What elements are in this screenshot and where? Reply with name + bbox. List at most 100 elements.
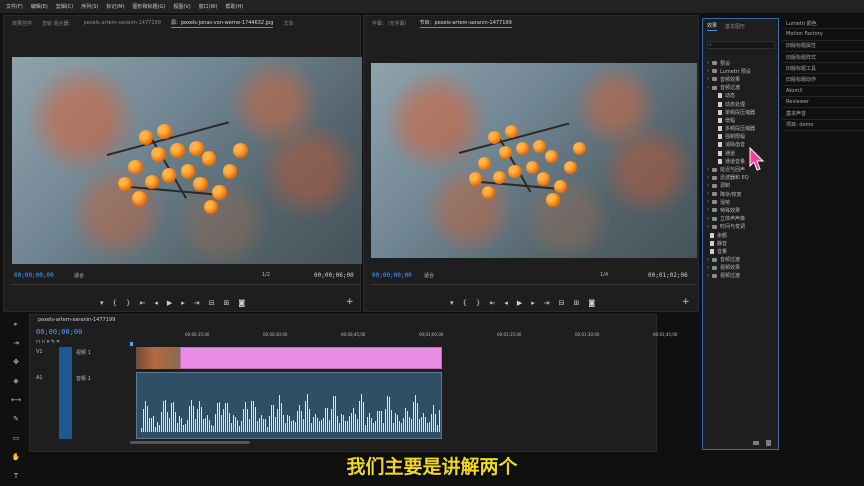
effects-tree-item[interactable]: › 视频效果	[707, 264, 779, 272]
effects-tree-item[interactable]: › 音频效果	[707, 75, 779, 83]
go-to-in-icon[interactable]: ⇤	[489, 299, 495, 307]
effects-tree-item[interactable]: › 立体声声像	[707, 215, 779, 223]
mark-out-icon[interactable]: }	[476, 299, 480, 307]
video-clip-thumbnail[interactable]	[136, 347, 180, 369]
source-fit-select[interactable]: 适合	[74, 272, 84, 279]
expand-chevron-icon[interactable]: ›	[707, 183, 709, 189]
effects-tree-item[interactable]: › 调制	[707, 182, 779, 190]
expand-chevron-icon[interactable]: ›	[707, 224, 709, 230]
program-ratio-select[interactable]: 1/4	[600, 272, 608, 278]
expand-chevron-icon[interactable]: ›	[707, 199, 709, 205]
effects-tree-item[interactable]: 通道音量	[707, 157, 779, 165]
extract-icon[interactable]: ⊞	[574, 299, 580, 307]
expand-chevron-icon[interactable]: ›	[707, 175, 709, 181]
timeline-timecode[interactable]: 00;00;00;00	[36, 328, 82, 336]
selection-tool-icon[interactable]: ▸	[14, 320, 18, 328]
menu-item[interactable]: 剪辑(C)	[56, 3, 73, 10]
add-button-icon[interactable]: +	[346, 297, 354, 307]
effects-tree-item[interactable]: › 滤波器和 EQ	[707, 174, 779, 182]
effects-tree-item[interactable]: › 预设	[707, 59, 779, 67]
track-target-strip[interactable]	[59, 347, 72, 439]
playhead-marker[interactable]	[130, 342, 133, 346]
panel-menu-item[interactable]: Motion Factory	[782, 29, 864, 41]
timeline-ruler[interactable]: 00;00;15;00 00;00;30;00 00;00;45;00 00;01;0…	[130, 332, 677, 342]
source-ratio-select[interactable]: 1/2	[262, 272, 270, 278]
panel-menu-item[interactable]: 基本声音	[782, 108, 864, 120]
marker-icon[interactable]: ▾	[100, 299, 104, 307]
export-frame-icon[interactable]: ◙	[588, 299, 595, 307]
video-clip[interactable]	[180, 347, 442, 369]
panel-menu-item[interactable]: 旧版标题属性	[782, 41, 864, 52]
export-frame-icon[interactable]: ◙	[238, 299, 245, 307]
effects-search-input[interactable]: ⌕	[707, 41, 775, 49]
program-scrub-bar[interactable]	[371, 284, 697, 290]
step-back-icon[interactable]: ◂	[504, 299, 508, 307]
lift-icon[interactable]: ⊟	[559, 299, 565, 307]
source-scrub-bar[interactable]	[12, 284, 360, 290]
menu-item[interactable]: 文件(F)	[6, 3, 23, 10]
insert-icon[interactable]: ⊟	[209, 299, 215, 307]
panel-tab[interactable]: 节目：pexels-artem-saranin-1477199	[419, 19, 512, 28]
mark-in-icon[interactable]: {	[463, 299, 467, 307]
step-back-icon[interactable]: ◂	[154, 299, 158, 307]
expand-chevron-icon[interactable]: ›	[707, 76, 709, 82]
track-select-icon[interactable]: ⇥	[13, 339, 19, 347]
panel-menu-item[interactable]: 项目: demo	[782, 120, 864, 131]
snap-icon[interactable]: ⊓ ∩ ▾ ✎ ⌗	[36, 339, 59, 345]
panel-tab[interactable]: 文本	[283, 20, 293, 27]
pen-tool-icon[interactable]: ✎	[13, 415, 19, 423]
program-timecode[interactable]: 00;00;00;00	[372, 272, 412, 279]
panel-menu-item[interactable]: Reviewer	[782, 97, 864, 109]
effects-tree-item[interactable]: 增幅	[707, 116, 779, 124]
panel-tab[interactable]: 源：pexels-jonas-von-werne-1744632.jpg	[170, 19, 274, 28]
effects-tree-item[interactable]: 音量	[707, 247, 779, 255]
expand-chevron-icon[interactable]: ›	[707, 257, 709, 263]
source-timecode[interactable]: 00;00;00;00	[14, 272, 54, 279]
panel-tab[interactable]: 效果	[707, 22, 718, 31]
go-to-out-icon[interactable]: ⇥	[194, 299, 200, 307]
source-viewer[interactable]	[12, 57, 362, 264]
effects-tree-item[interactable]: 余额	[707, 231, 779, 239]
menu-item[interactable]: 图形和标题(G)	[133, 3, 166, 10]
effects-tree-item[interactable]: › 延迟与回声	[707, 165, 779, 174]
mark-out-icon[interactable]: }	[126, 299, 130, 307]
effects-tree-item[interactable]: 动态处理	[707, 100, 779, 108]
step-forward-icon[interactable]: ▸	[531, 299, 535, 307]
panel-menu-item[interactable]: AtomX	[782, 86, 864, 98]
expand-chevron-icon[interactable]: ›	[707, 273, 709, 279]
program-fit-select[interactable]: 适合	[424, 272, 434, 279]
effects-tree-item[interactable]: 强制限幅	[707, 133, 779, 141]
effects-tree-item[interactable]: › 降杂/恢复	[707, 190, 779, 198]
panel-menu-item[interactable]: 旧版标题样式	[782, 52, 864, 64]
panel-tab[interactable]: 效果控件	[12, 20, 32, 27]
effects-tree-item[interactable]: › 时间与变调	[707, 223, 779, 231]
rectangle-tool-icon[interactable]: ▭	[13, 434, 20, 442]
play-icon[interactable]: ▶	[167, 299, 172, 307]
effects-tree-item[interactable]: 多频段压缩器	[707, 125, 779, 133]
expand-chevron-icon[interactable]: ›	[707, 216, 709, 222]
menu-item[interactable]: 序列(S)	[81, 3, 98, 10]
panel-tab[interactable]: 音轨 混合器：	[42, 20, 74, 27]
expand-chevron-icon[interactable]: ›	[707, 207, 709, 213]
go-to-out-icon[interactable]: ⇥	[544, 299, 550, 307]
menu-item[interactable]: 帮助(H)	[226, 3, 244, 10]
panel-menu-item[interactable]: 旧版标题动作	[782, 74, 864, 86]
overwrite-icon[interactable]: ⊞	[224, 299, 230, 307]
effects-tree-item[interactable]: 单频段压缩器	[707, 108, 779, 116]
menu-item[interactable]: 编辑(E)	[31, 3, 48, 10]
ripple-edit-icon[interactable]: ✥	[13, 358, 19, 366]
effects-tree-item[interactable]: 通道	[707, 149, 779, 157]
effects-tree-item[interactable]: › 混响	[707, 198, 779, 206]
expand-chevron-icon[interactable]: ›	[707, 167, 709, 173]
program-viewer[interactable]	[371, 63, 697, 258]
effects-tree-item[interactable]: 消除齿音	[707, 141, 779, 149]
timeline-scrollbar[interactable]	[130, 441, 250, 444]
menu-item[interactable]: 标记(M)	[106, 3, 124, 10]
panel-tab[interactable]: pexels-artem-saranin-1477199	[84, 20, 161, 26]
menu-item[interactable]: 视图(V)	[173, 3, 190, 10]
play-icon[interactable]: ▶	[517, 299, 522, 307]
expand-chevron-icon[interactable]: ›	[707, 265, 709, 271]
effects-tree-item[interactable]: › 视频过渡	[707, 272, 779, 280]
sequence-tab[interactable]: pexels-artem-saranin-1477199	[38, 317, 115, 323]
go-to-in-icon[interactable]: ⇤	[139, 299, 145, 307]
